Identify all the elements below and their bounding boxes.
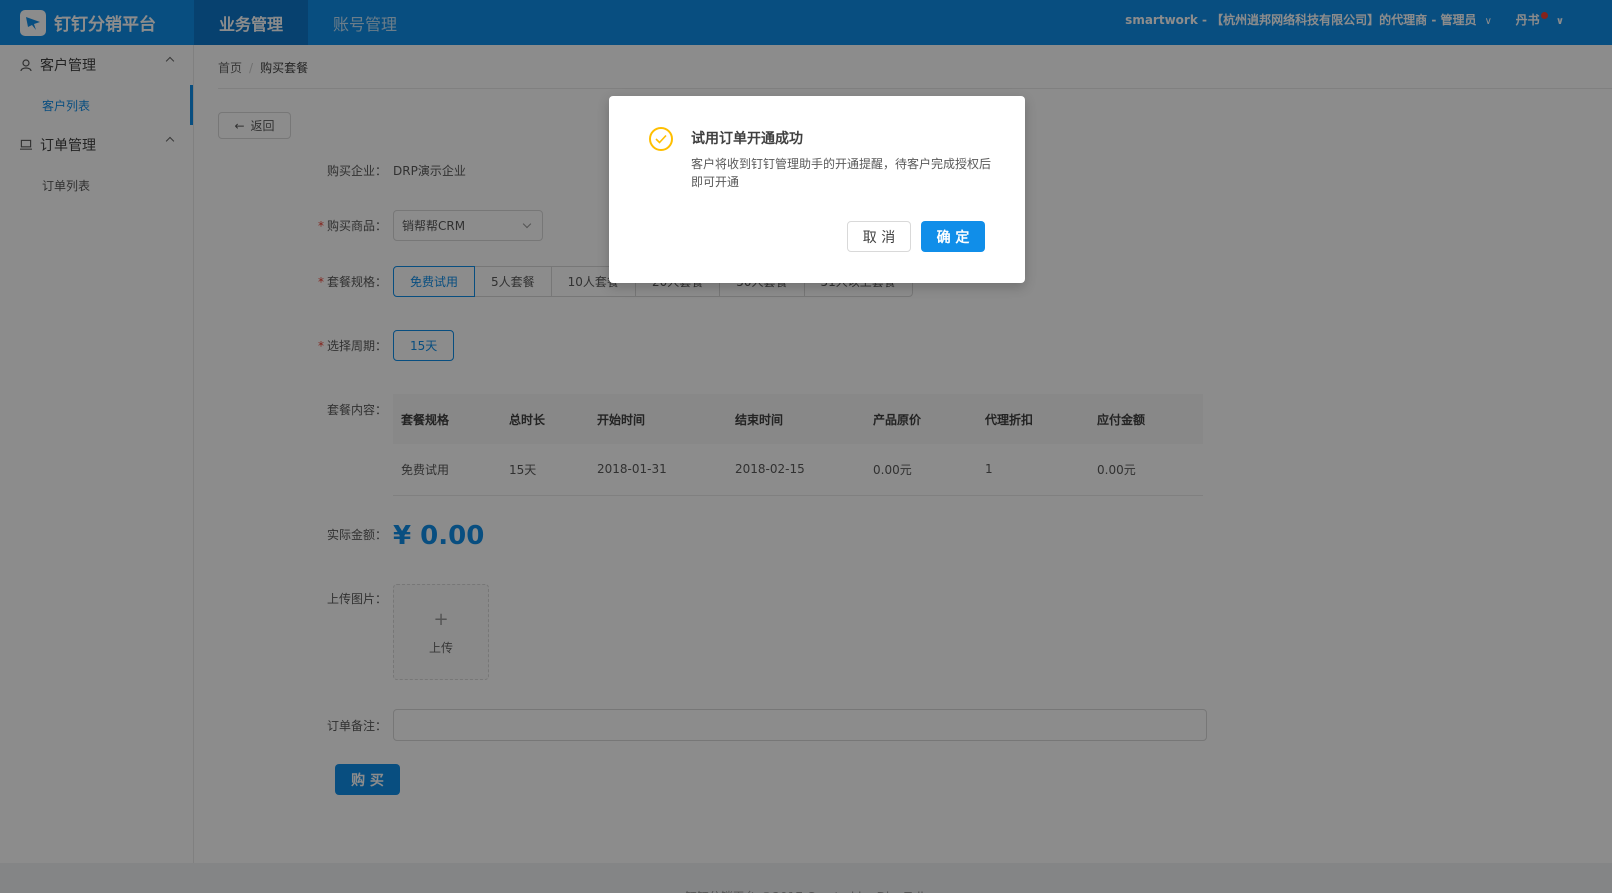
modal-title: 试用订单开通成功 bbox=[691, 131, 803, 147]
modal-content: 客户将收到钉钉管理助手的开通提醒，待客户完成授权后即可开通 bbox=[691, 157, 992, 189]
confirm-modal: 试用订单开通成功 客户将收到钉钉管理助手的开通提醒，待客户完成授权后即可开通 取… bbox=[609, 96, 1025, 283]
check-circle-icon bbox=[649, 127, 673, 151]
confirm-button[interactable]: 确 定 bbox=[921, 221, 985, 252]
cancel-button[interactable]: 取 消 bbox=[847, 221, 911, 252]
